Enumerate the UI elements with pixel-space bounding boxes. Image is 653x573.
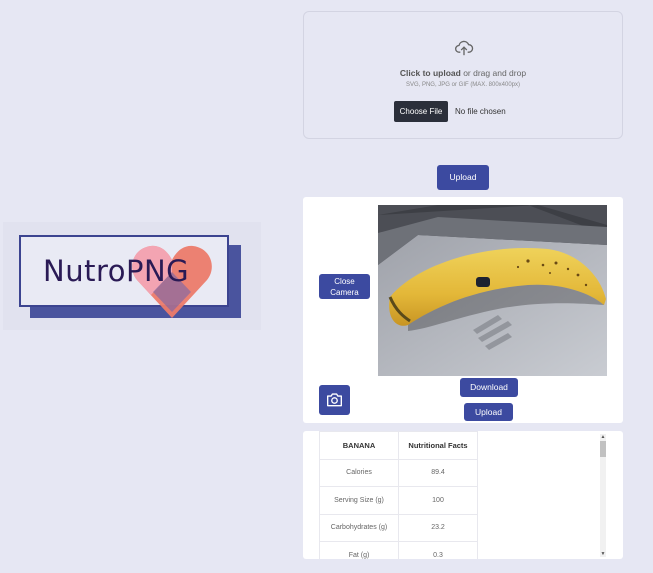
logo-text: NutroPNG [43,254,190,288]
camera-icon [327,393,342,407]
table-scrollbar[interactable]: ▲ ▼ [600,434,606,557]
file-dropzone[interactable]: Click to upload or drag and drop SVG, PN… [303,11,623,139]
cloud-upload-icon [455,40,474,56]
table-row: Serving Size (g) 100 [319,486,478,515]
logo: NutroPNG [3,222,261,330]
upload-photo-button[interactable]: Upload [464,403,513,421]
table-row: Calories 89.4 [319,458,478,487]
nutrition-table: BANANA Nutritional Facts Calories 89.4 S… [319,431,478,559]
file-status-text: No file chosen [455,107,506,116]
close-camera-label-line2: Camera [330,288,359,297]
upload-button[interactable]: Upload [437,165,489,190]
food-name-header: BANANA [319,431,399,460]
nutrition-panel[interactable]: BANANA Nutritional Facts Calories 89.4 S… [303,431,623,559]
close-camera-button[interactable]: Close Camera [319,274,370,299]
camera-preview [378,205,607,376]
nutrient-label: Calories [319,458,399,487]
camera-panel: Close Camera Download Upload [303,197,623,423]
choose-file-button[interactable]: Choose File [394,101,448,122]
nutrient-label: Fat (g) [319,541,399,559]
nutrient-value: 23.2 [398,513,478,542]
nutrient-value: 0.3 [398,541,478,559]
file-format-hint: SVG, PNG, JPG or GIF (MAX. 800x400px) [405,82,521,88]
nutrient-value: 89.4 [398,458,478,487]
close-camera-label-line1: Close [334,277,355,286]
nutrient-label: Serving Size (g) [319,486,399,515]
drag-drop-text: or drag and drop [460,68,527,78]
table-header-row: BANANA Nutritional Facts [319,431,478,460]
download-button[interactable]: Download [460,378,518,397]
table-row: Fat (g) 0.3 [319,541,478,559]
scroll-down-arrow-icon[interactable]: ▼ [600,551,606,557]
dropzone-instructions: Click to upload or drag and drop [304,68,622,78]
scroll-up-arrow-icon[interactable]: ▲ [600,434,606,440]
nutrient-value: 100 [398,486,478,515]
nutritional-facts-header: Nutritional Facts [398,431,478,460]
nutrient-label: Carbohydrates (g) [319,513,399,542]
banana-photo [378,205,607,376]
click-to-upload-label: Click to upload [399,68,461,78]
take-photo-button[interactable] [319,385,350,415]
table-row: Carbohydrates (g) 23.2 [319,513,478,542]
scroll-thumb[interactable] [600,441,606,457]
